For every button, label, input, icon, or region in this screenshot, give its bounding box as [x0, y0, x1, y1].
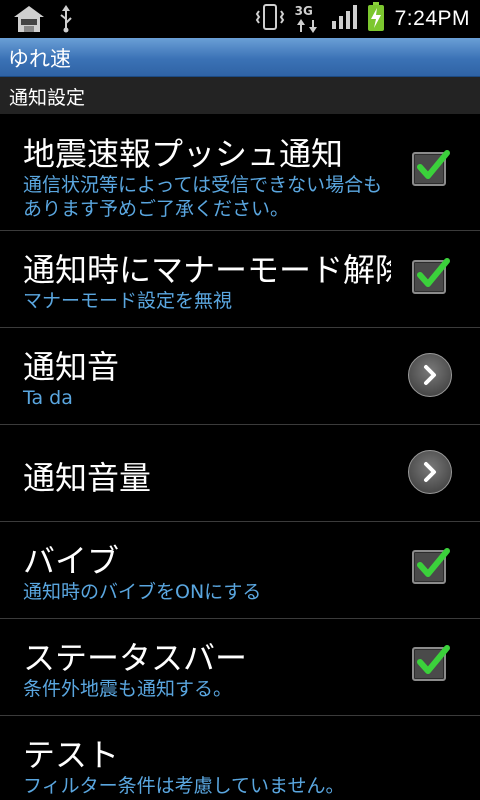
status-bar-checkbox[interactable]: [412, 645, 450, 681]
setting-row-notification-sound[interactable]: 通知音 Ta da: [0, 328, 480, 425]
setting-row-test[interactable]: テスト フィルター条件は考慮していません。: [0, 716, 480, 800]
notification-volume-arrow-button[interactable]: [408, 450, 452, 494]
push-notification-checkbox[interactable]: [412, 150, 450, 186]
checkmark-icon: [417, 258, 450, 287]
checkmark-icon: [417, 548, 450, 577]
status-bar: 3G 7:24PM: [0, 0, 480, 38]
setting-title: バイブ: [23, 542, 120, 580]
usb-icon: [58, 5, 74, 37]
clock: 7:24PM: [394, 7, 470, 30]
app-title: ゆれ速: [8, 47, 71, 71]
setting-title: 通知音量: [23, 459, 152, 497]
setting-title: 地震速報プッシュ通知: [23, 135, 344, 173]
manner-mode-checkbox[interactable]: [412, 258, 450, 294]
vibrate-icon: [255, 3, 285, 35]
setting-row-push-notification[interactable]: 地震速報プッシュ通知 通信状況等によっては受信できない場合もあります予めご了承く…: [0, 114, 480, 231]
setting-subtitle: マナーモード設定を無視: [23, 290, 233, 312]
notification-sound-arrow-button[interactable]: [408, 353, 452, 397]
setting-subtitle: 条件外地震も通知する。: [23, 678, 233, 700]
vibrate-checkbox[interactable]: [412, 548, 450, 584]
home-app-icon: [12, 4, 46, 38]
setting-title: 通知音: [23, 348, 120, 386]
setting-title: ステータスバー: [23, 639, 248, 677]
checkmark-icon: [417, 645, 450, 674]
setting-title: テスト: [23, 736, 120, 774]
setting-row-status-bar[interactable]: ステータスバー 条件外地震も通知する。: [0, 619, 480, 716]
chevron-right-icon: [424, 462, 436, 482]
checkmark-icon: [417, 150, 450, 179]
chevron-right-icon: [424, 365, 436, 385]
battery-charging-icon: [367, 2, 385, 36]
section-header: 通知設定: [0, 77, 480, 115]
section-title: 通知設定: [9, 87, 86, 109]
signal-icon: [331, 5, 357, 33]
setting-row-manner-mode[interactable]: 通知時にマナーモード解除 マナーモード設定を無視: [0, 231, 480, 328]
setting-subtitle: 通知時のバイブをONにする: [23, 581, 262, 603]
setting-subtitle: フィルター条件は考慮していません。: [23, 775, 345, 797]
setting-subtitle: 通信状況等によっては受信できない場合もあります予めご了承ください。: [23, 174, 383, 220]
setting-row-vibrate[interactable]: バイブ 通知時のバイブをONにする: [0, 522, 480, 619]
setting-row-notification-volume[interactable]: 通知音量: [0, 425, 480, 522]
app-title-bar: ゆれ速: [0, 38, 480, 77]
setting-title: 通知時にマナーモード解除: [23, 251, 391, 289]
3g-icon: 3G: [295, 4, 321, 34]
setting-subtitle: Ta da: [23, 387, 73, 409]
